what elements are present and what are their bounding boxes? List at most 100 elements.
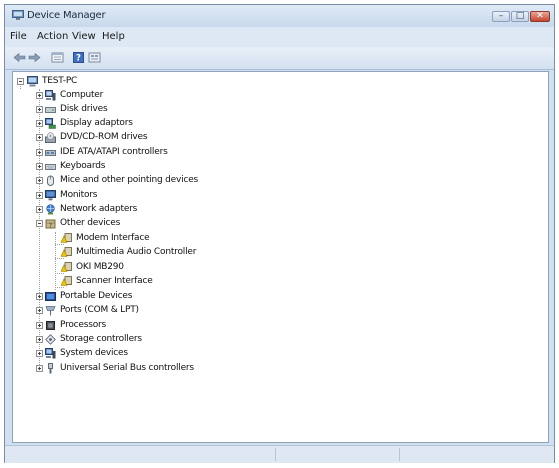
device-label: Scanner Interface (76, 276, 153, 286)
expand-toggle[interactable] (36, 365, 43, 372)
category-label: Display adaptors (60, 118, 133, 128)
keyboard-icon (45, 164, 56, 170)
tree-node-ports[interactable]: Ports (COM & LPT) (13, 304, 543, 318)
storage-controller-icon (45, 334, 56, 345)
minimize-icon: – (498, 11, 504, 21)
computer-icon (45, 90, 56, 101)
expand-toggle[interactable] (36, 206, 43, 213)
tree-node-scanner-interface[interactable]: Scanner Interface (13, 275, 543, 289)
category-label: Storage controllers (60, 334, 142, 344)
tree-node-processors[interactable]: Processors (13, 319, 543, 333)
monitor-icon (45, 190, 56, 201)
category-label: Monitors (60, 190, 98, 200)
expand-toggle[interactable] (36, 120, 43, 127)
expand-toggle[interactable] (36, 106, 43, 113)
device-manager-window: Device Manager – □ ✕ File Action View He… (4, 4, 555, 463)
portable-device-icon (45, 292, 56, 301)
display-adapter-icon (45, 118, 56, 129)
back-icon[interactable] (13, 52, 26, 63)
tree-node-monitors[interactable]: Monitors (13, 189, 543, 203)
system-device-icon (45, 348, 56, 359)
computer-icon (27, 76, 38, 87)
network-adapter-icon (46, 204, 55, 215)
category-label: Disk drives (60, 104, 108, 114)
expand-toggle[interactable] (36, 307, 43, 314)
menu-bar: File Action View Help (5, 27, 554, 47)
mouse-icon (47, 175, 54, 186)
tree-node-other-devices[interactable]: ? Other devices (13, 217, 543, 231)
tree-node-mice[interactable]: Mice and other pointing devices (13, 174, 543, 188)
unknown-device-warning-icon (61, 276, 72, 286)
title-bar[interactable]: Device Manager – □ ✕ (5, 5, 554, 27)
maximize-icon: □ (515, 11, 525, 21)
close-button[interactable]: ✕ (530, 11, 550, 22)
category-label: Mice and other pointing devices (60, 175, 199, 185)
usb-controller-icon (48, 363, 53, 374)
tree-node-portable-devices[interactable]: Portable Devices (13, 290, 543, 304)
expand-toggle[interactable] (36, 192, 43, 199)
category-label: Computer (60, 90, 104, 100)
expand-toggle[interactable] (36, 336, 43, 343)
tree-node-storage-controllers[interactable]: Storage controllers (13, 333, 543, 347)
dvd-drive-icon (45, 132, 56, 143)
toolbar: ? (5, 47, 554, 70)
disk-drive-icon (45, 107, 56, 113)
menu-help[interactable]: Help (102, 31, 125, 42)
expand-toggle[interactable] (36, 177, 43, 184)
collapse-toggle[interactable] (36, 220, 43, 227)
expand-toggle[interactable] (36, 134, 43, 141)
tree-node-ide-controllers[interactable]: IDE ATA/ATAPI controllers (13, 146, 543, 160)
maximize-button[interactable]: □ (511, 11, 529, 22)
status-divider (275, 448, 276, 461)
expand-toggle[interactable] (36, 293, 43, 300)
device-label: Modem Interface (76, 233, 150, 243)
tree-node-modem-interface[interactable]: Modem Interface (13, 232, 543, 246)
expand-toggle[interactable] (36, 149, 43, 156)
expand-toggle[interactable] (36, 322, 43, 329)
forward-icon[interactable] (28, 52, 41, 63)
category-label: Keyboards (60, 161, 106, 171)
category-label: Ports (COM & LPT) (60, 305, 139, 315)
svg-text:?: ? (76, 54, 81, 63)
menu-file[interactable]: File (10, 31, 27, 42)
tree-node-display-adaptors[interactable]: Display adaptors (13, 117, 543, 131)
status-divider (399, 448, 400, 461)
device-label: Multimedia Audio Controller (76, 247, 197, 257)
category-label: Network adapters (60, 204, 138, 214)
port-icon (45, 306, 56, 316)
device-label: OKI MB290 (76, 262, 124, 272)
expand-toggle[interactable] (36, 163, 43, 170)
menu-view[interactable]: View (72, 31, 96, 42)
device-tree: TEST-PC Computer Disk drives Display ada… (12, 71, 549, 443)
category-label: DVD/CD-ROM drives (60, 132, 148, 142)
category-label: Universal Serial Bus controllers (60, 363, 194, 373)
tree-node-disk-drives[interactable]: Disk drives (13, 103, 543, 117)
category-label: Other devices (60, 218, 121, 228)
svg-text:?: ? (49, 222, 52, 229)
tree-node-computer[interactable]: Computer (13, 89, 543, 103)
window-title: Device Manager (27, 10, 106, 21)
minimize-button[interactable]: – (492, 11, 510, 22)
tree-node-usb-controllers[interactable]: Universal Serial Bus controllers (13, 362, 543, 376)
properties-icon[interactable] (51, 52, 64, 63)
unknown-device-warning-icon (61, 233, 72, 243)
tree-node-oki-mb290[interactable]: OKI MB290 (13, 261, 543, 275)
tree-node-system-devices[interactable]: System devices (13, 347, 543, 361)
help-icon[interactable]: ? (72, 52, 85, 63)
device-manager-icon (12, 10, 24, 20)
processor-icon (46, 321, 55, 330)
unknown-device-warning-icon (61, 247, 72, 257)
tree-node-multimedia-audio-controller[interactable]: Multimedia Audio Controller (13, 246, 543, 260)
unknown-device-warning-icon (61, 262, 72, 272)
ide-controller-icon (45, 150, 56, 156)
status-bar (5, 445, 554, 463)
tree-node-keyboards[interactable]: Keyboards (13, 160, 543, 174)
expand-toggle[interactable] (36, 92, 43, 99)
tree-node-network-adapters[interactable]: Network adapters (13, 203, 543, 217)
expand-toggle[interactable] (36, 350, 43, 357)
show-hidden-icon[interactable] (88, 52, 101, 63)
menu-action[interactable]: Action (37, 31, 68, 42)
tree-node-dvd-cd-rom-drives[interactable]: DVD/CD-ROM drives (13, 131, 543, 145)
tree-node-root[interactable]: TEST-PC (13, 75, 543, 89)
collapse-toggle[interactable] (17, 78, 24, 85)
